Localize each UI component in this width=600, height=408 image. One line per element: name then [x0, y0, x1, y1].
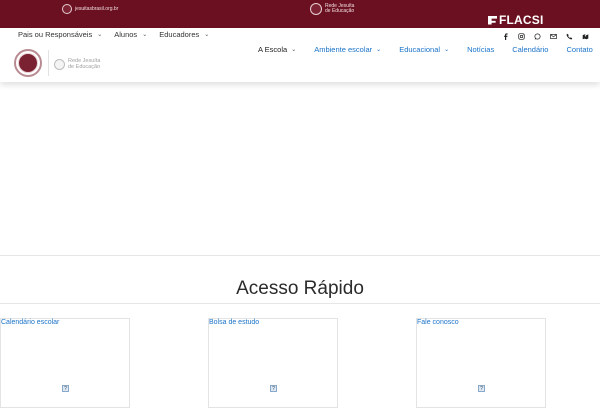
rede-jesuita-line2: de Educação: [325, 8, 355, 14]
nav-item-contato[interactable]: Contato: [566, 45, 592, 54]
phone-icon[interactable]: [566, 33, 573, 40]
quick-access-card-bolsa[interactable]: Bolsa de estudo ?: [208, 318, 338, 408]
rede-jesuita-seal-icon: [310, 3, 322, 15]
flacsi-mark-icon: [488, 15, 497, 25]
nav-item-label: Notícias: [467, 45, 495, 54]
jesuitas-link-text: jesuitasbrasil.org.br: [75, 6, 119, 12]
subnav-item-label: Educadores: [159, 29, 200, 39]
main-nav: A Escola ⌄ Ambiente escolar ⌄ Educaciona…: [258, 45, 593, 54]
nav-item-label: Educacional: [399, 45, 441, 54]
social-links: [502, 33, 589, 40]
jesuitas-link[interactable]: jesuitasbrasil.org.br: [62, 4, 118, 14]
audience-nav: Pais ou Responsáveis ⌄ Alunos ⌄ Educador…: [18, 28, 209, 40]
nav-item-label: A Escola: [258, 45, 288, 54]
school-logo[interactable]: [14, 49, 42, 77]
flacsi-logo[interactable]: FLACSI: [488, 13, 544, 27]
nav-item-educacional[interactable]: Educacional ⌄: [399, 45, 449, 54]
jesuit-seal-icon: [62, 4, 72, 14]
rede-jesuita-logo[interactable]: Rede Jesuíta de Educação: [310, 3, 354, 15]
site-header: Pais ou Responsáveis ⌄ Alunos ⌄ Educador…: [0, 28, 600, 82]
top-bar: jesuitasbrasil.org.br Rede Jesuíta de Ed…: [0, 0, 600, 28]
broken-image-icon: ?: [270, 385, 277, 392]
nav-item-label: Calendário: [512, 45, 549, 54]
quick-access-card-label[interactable]: Bolsa de estudo: [209, 319, 259, 326]
nav-item-ambiente-escolar[interactable]: Ambiente escolar ⌄: [314, 45, 381, 54]
subnav-item-alunos[interactable]: Alunos ⌄: [114, 28, 147, 40]
quick-access-card-fale-conosco[interactable]: Fale conosco ?: [416, 318, 546, 408]
quick-access-card-label[interactable]: Calendário escolar: [1, 319, 59, 326]
broken-image-icon: ?: [62, 385, 69, 392]
email-icon[interactable]: [550, 33, 557, 40]
quick-access-card-label[interactable]: Fale conosco: [417, 319, 459, 326]
nav-item-label: Contato: [566, 45, 593, 54]
subnav-item-label: Alunos: [114, 29, 138, 39]
rede-jesuita-secondary-logo: Rede Jesuíta de Educação: [54, 58, 100, 70]
whatsapp-icon[interactable]: [534, 33, 541, 40]
chevron-down-icon: ⌄: [204, 31, 210, 38]
facebook-icon[interactable]: [502, 33, 509, 40]
chevron-down-icon: ⌄: [444, 47, 450, 53]
chevron-down-icon: ⌄: [291, 47, 297, 53]
chevron-down-icon: ⌄: [97, 31, 103, 38]
nav-item-label: Ambiente escolar: [314, 45, 373, 54]
section-divider: [0, 303, 600, 304]
broken-image-icon: ?: [478, 385, 485, 392]
map-icon[interactable]: [582, 33, 589, 40]
subnav-item-label: Pais ou Responsáveis: [18, 29, 93, 39]
nav-item-a-escola[interactable]: A Escola ⌄: [258, 45, 296, 54]
quick-access-card-calendario[interactable]: Calendário escolar ?: [0, 318, 130, 408]
chevron-down-icon: ⌄: [142, 31, 148, 38]
rede-jesuita-seal-icon: [54, 58, 65, 70]
nav-item-noticias[interactable]: Notícias: [467, 45, 494, 54]
logo-divider: [48, 50, 49, 76]
subnav-item-pais[interactable]: Pais ou Responsáveis ⌄: [18, 28, 102, 40]
instagram-icon[interactable]: [518, 33, 525, 40]
flacsi-logo-text: FLACSI: [499, 13, 544, 27]
quick-access-title: Acesso Rápido: [236, 278, 364, 299]
section-divider: [0, 255, 600, 256]
chevron-down-icon: ⌄: [376, 47, 382, 53]
school-crest-icon: [18, 53, 38, 73]
subnav-item-educadores[interactable]: Educadores ⌄: [159, 28, 209, 40]
nav-item-calendario[interactable]: Calendário: [512, 45, 548, 54]
rje-line2: de Educação: [68, 64, 101, 70]
